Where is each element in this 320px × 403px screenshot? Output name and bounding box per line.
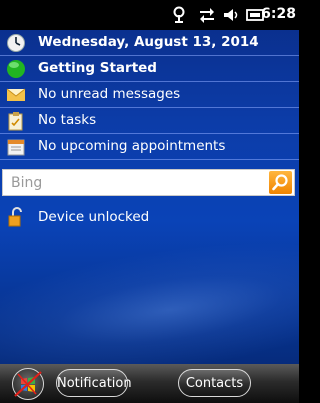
antenna-icon[interactable] xyxy=(172,6,186,24)
appointments-label: No upcoming appointments xyxy=(38,138,226,154)
today-screen: 6:28 Wednesday, August 13, 2014 Getting … xyxy=(0,0,299,403)
lock-status-label: Device unlocked xyxy=(38,209,150,225)
green-dot-icon xyxy=(7,60,25,78)
messages-label: No unread messages xyxy=(38,86,181,102)
search-button[interactable] xyxy=(269,171,292,194)
clock-icon xyxy=(7,34,25,52)
bing-search-box[interactable]: Bing xyxy=(2,169,295,196)
search-placeholder: Bing xyxy=(11,175,43,191)
status-bar: 6:28 xyxy=(0,0,299,30)
getting-started-label: Getting Started xyxy=(38,60,157,76)
getting-started-row[interactable]: Getting Started xyxy=(0,56,299,82)
contacts-softkey[interactable]: Contacts xyxy=(178,369,251,397)
date-label: Wednesday, August 13, 2014 xyxy=(38,34,259,50)
data-transfer-icon[interactable] xyxy=(198,6,216,24)
start-button[interactable] xyxy=(12,368,44,400)
messages-row[interactable]: No unread messages xyxy=(0,82,299,108)
tasks-row[interactable]: No tasks xyxy=(0,108,299,134)
speaker-icon[interactable] xyxy=(222,6,240,24)
windows-flag-icon xyxy=(13,370,42,397)
tasks-label: No tasks xyxy=(38,112,97,128)
appointments-row[interactable]: No upcoming appointments xyxy=(0,134,299,160)
envelope-icon xyxy=(6,88,26,101)
device-lock-row[interactable]: Device unlocked xyxy=(0,206,299,231)
clock[interactable]: 6:28 xyxy=(261,6,296,22)
softkey-bar: Notification Contacts xyxy=(0,364,299,403)
calendar-icon xyxy=(7,139,25,156)
padlock-open-icon xyxy=(8,207,22,227)
date-row[interactable]: Wednesday, August 13, 2014 xyxy=(0,30,299,56)
notification-softkey[interactable]: Notification xyxy=(56,369,132,397)
clipboard-icon xyxy=(8,112,23,131)
search-icon xyxy=(272,174,288,191)
